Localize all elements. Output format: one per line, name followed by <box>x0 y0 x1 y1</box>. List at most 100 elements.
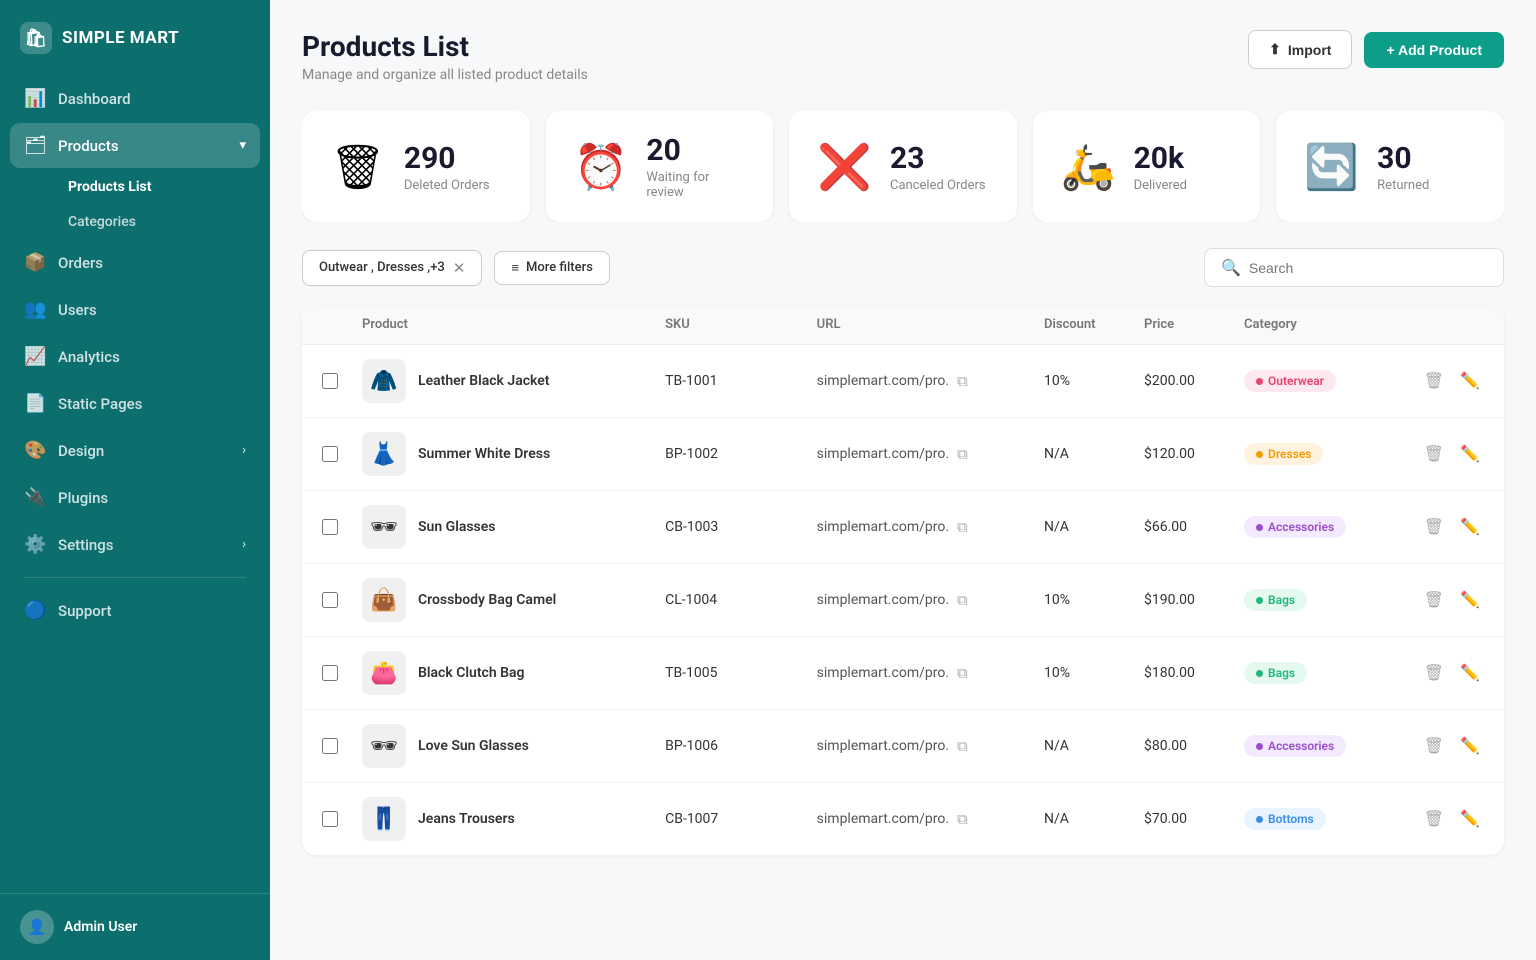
sidebar-item-analytics[interactable]: 📈 Analytics <box>10 334 260 379</box>
active-filter-chip[interactable]: Outwear , Dresses ,+3 ✕ <box>302 250 482 286</box>
stat-value-deleted: 290 <box>404 141 490 176</box>
sidebar-subitem-products-list[interactable]: Products List <box>54 170 260 204</box>
brand-logo: 🛍 SIMPLE MART <box>0 0 270 76</box>
import-icon: ⬆ <box>1269 41 1281 58</box>
add-product-button[interactable]: + Add Product <box>1364 32 1504 68</box>
row-checkbox-7[interactable] <box>322 811 362 827</box>
checkbox-4[interactable] <box>322 592 338 608</box>
edit-button-2[interactable]: ✏️ <box>1456 440 1484 468</box>
stat-icon-delivered: 🛵 <box>1061 145 1116 189</box>
sidebar-item-dashboard[interactable]: 📊 Dashboard <box>10 76 260 121</box>
copy-icon-1[interactable]: ⧉ <box>957 372 968 390</box>
sidebar-subitem-categories[interactable]: Categories <box>54 205 260 239</box>
price-5: $180.00 <box>1144 665 1244 681</box>
checkbox-5[interactable] <box>322 665 338 681</box>
category-badge-6: Accessories <box>1244 735 1346 757</box>
sidebar-item-support[interactable]: 🔵 Support <box>10 588 260 633</box>
product-cell-5: 👛 Black Clutch Bag <box>362 651 665 695</box>
delete-button-7[interactable]: 🗑 <box>1420 805 1448 833</box>
copy-icon-5[interactable]: ⧉ <box>957 664 968 682</box>
header-product: Product <box>362 317 665 332</box>
product-name-1: Leather Black Jacket <box>418 373 550 389</box>
row-actions-1: 🗑 ✏️ <box>1404 367 1484 395</box>
search-box[interactable]: 🔍 <box>1204 248 1504 287</box>
checkbox-7[interactable] <box>322 811 338 827</box>
url-cell-6: simplemart.com/pro. ⧉ <box>817 737 1044 755</box>
checkbox-6[interactable] <box>322 738 338 754</box>
copy-icon-3[interactable]: ⧉ <box>957 518 968 536</box>
products-table: Product SKU URL Discount Price Category … <box>302 305 1504 855</box>
sidebar-bottom: 👤 Admin User <box>0 893 270 960</box>
badge-dot-4 <box>1256 597 1263 604</box>
table-row: 👜 Crossbody Bag Camel CL-1004 simplemart… <box>302 564 1504 637</box>
close-icon[interactable]: ✕ <box>453 259 466 277</box>
copy-icon-7[interactable]: ⧉ <box>957 810 968 828</box>
table-body: 🧥 Leather Black Jacket TB-1001 simplemar… <box>302 345 1504 855</box>
stat-info-deleted: 290 Deleted Orders <box>404 141 490 193</box>
price-2: $120.00 <box>1144 446 1244 462</box>
chevron-right-icon: › <box>242 443 246 458</box>
sku-6: BP-1006 <box>665 738 817 754</box>
edit-button-6[interactable]: ✏️ <box>1456 732 1484 760</box>
row-checkbox-5[interactable] <box>322 665 362 681</box>
row-checkbox-4[interactable] <box>322 592 362 608</box>
sidebar-item-orders[interactable]: 📦 Orders <box>10 240 260 285</box>
sidebar-item-plugins[interactable]: 🔌 Plugins <box>10 475 260 520</box>
discount-4: 10% <box>1044 592 1144 608</box>
sidebar-item-settings[interactable]: ⚙️ Settings › <box>10 522 260 567</box>
price-4: $190.00 <box>1144 592 1244 608</box>
checkbox-2[interactable] <box>322 446 338 462</box>
sidebar-nav: 📊 Dashboard 🗂 Products ▾ Products List C… <box>0 76 270 893</box>
delete-button-3[interactable]: 🗑 <box>1420 513 1448 541</box>
row-checkbox-6[interactable] <box>322 738 362 754</box>
copy-icon-4[interactable]: ⧉ <box>957 591 968 609</box>
logo-icon: 🛍 <box>20 22 52 54</box>
sidebar-item-products[interactable]: 🗂 Products ▾ <box>10 123 260 168</box>
more-filters-button[interactable]: ≡ More filters <box>494 251 610 285</box>
row-checkbox-1[interactable] <box>322 373 362 389</box>
filter-chip-label: Outwear , Dresses ,+3 <box>319 260 445 275</box>
checkbox-3[interactable] <box>322 519 338 535</box>
edit-button-5[interactable]: ✏️ <box>1456 659 1484 687</box>
category-cell-3: Accessories <box>1244 516 1404 538</box>
sidebar-item-design[interactable]: 🎨 Design › <box>10 428 260 473</box>
copy-icon-6[interactable]: ⧉ <box>957 737 968 755</box>
product-cell-3: 🕶 Sun Glasses <box>362 505 665 549</box>
sidebar-item-users[interactable]: 👥 Users <box>10 287 260 332</box>
delete-button-1[interactable]: 🗑 <box>1420 367 1448 395</box>
delete-button-6[interactable]: 🗑 <box>1420 732 1448 760</box>
sidebar-item-static-pages[interactable]: 📄 Static Pages <box>10 381 260 426</box>
badge-dot-2 <box>1256 451 1263 458</box>
sku-2: BP-1002 <box>665 446 817 462</box>
product-img-5: 👛 <box>362 651 406 695</box>
delete-button-2[interactable]: 🗑 <box>1420 440 1448 468</box>
admin-user-section[interactable]: 👤 Admin User <box>20 910 250 944</box>
row-checkbox-2[interactable] <box>322 446 362 462</box>
row-checkbox-3[interactable] <box>322 519 362 535</box>
edit-button-3[interactable]: ✏️ <box>1456 513 1484 541</box>
copy-icon-2[interactable]: ⧉ <box>957 445 968 463</box>
discount-7: N/A <box>1044 811 1144 827</box>
product-name-6: Love Sun Glasses <box>418 738 529 754</box>
stat-info-waiting: 20 Waiting for review <box>646 133 745 200</box>
import-button[interactable]: ⬆ Import <box>1248 30 1352 69</box>
discount-1: 10% <box>1044 373 1144 389</box>
product-img-6: 🕶 <box>362 724 406 768</box>
stat-value-returned: 30 <box>1377 141 1429 176</box>
chevron-down-icon: ▾ <box>239 138 246 153</box>
delete-button-4[interactable]: 🗑 <box>1420 586 1448 614</box>
price-6: $80.00 <box>1144 738 1244 754</box>
stat-card-returned: 🔄 30 Returned <box>1276 111 1504 222</box>
checkbox-1[interactable] <box>322 373 338 389</box>
sku-4: CL-1004 <box>665 592 817 608</box>
search-input[interactable] <box>1249 260 1487 276</box>
edit-button-1[interactable]: ✏️ <box>1456 367 1484 395</box>
edit-button-7[interactable]: ✏️ <box>1456 805 1484 833</box>
header-discount: Discount <box>1044 317 1144 332</box>
admin-name: Admin User <box>64 919 137 935</box>
edit-button-4[interactable]: ✏️ <box>1456 586 1484 614</box>
header-price: Price <box>1144 317 1244 332</box>
stat-card-canceled: ❌ 23 Canceled Orders <box>789 111 1017 222</box>
url-cell-1: simplemart.com/pro. ⧉ <box>817 372 1044 390</box>
delete-button-5[interactable]: 🗑 <box>1420 659 1448 687</box>
